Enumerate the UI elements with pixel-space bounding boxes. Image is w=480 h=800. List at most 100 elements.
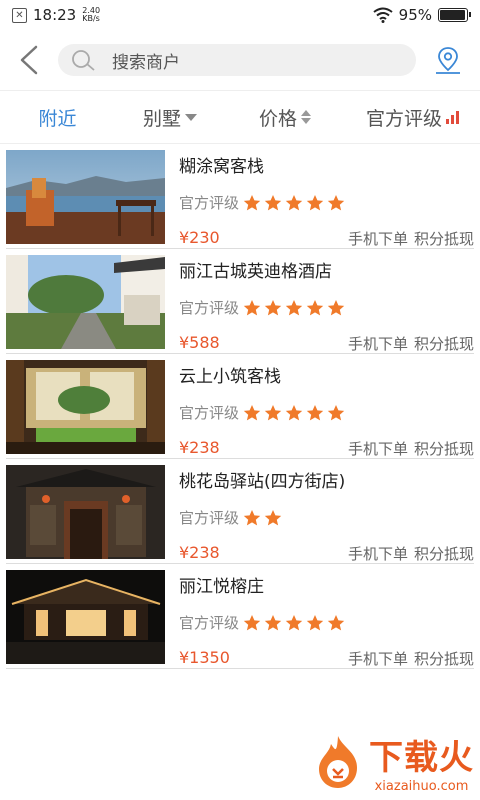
watermark: 下载火 xiazaihuo.com [313,730,474,794]
tags: 手机下单 积分抵现 [348,648,474,669]
watermark-url: xiazaihuo.com [374,779,469,794]
rating-label: 官方评级 [179,299,240,317]
rating-label: 官方评级 [179,509,240,527]
rating-row: 官方评级 [179,297,345,318]
search-placeholder: 搜索商户 [112,52,180,73]
star-icon [285,404,303,420]
price: ¥230 [179,228,220,247]
location-button[interactable] [430,40,466,80]
sort-icon [301,110,311,124]
tag-points: 积分抵现 [413,230,474,248]
status-bar: ✕ 18:23 2.40 KB/s 95% [0,0,480,30]
tag-mobile-order: 手机下单 [347,440,408,458]
tag-points: 积分抵现 [413,440,474,458]
back-arrow-icon [20,45,38,75]
search-icon [72,50,95,71]
merchant-name: 桃花岛驿站(四方街店) [179,472,346,492]
price: ¥238 [179,543,220,562]
rating-row: 官方评级 [179,507,282,528]
star-rating [243,614,345,632]
map-pin-icon [436,47,460,74]
star-icon [327,614,345,630]
back-button[interactable] [14,40,44,80]
hotel-photo [6,465,165,559]
star-icon [306,614,324,630]
tags: 手机下单 积分抵现 [348,228,474,249]
filter-price[interactable]: 价格 [225,104,345,131]
rating-label: 官方评级 [179,614,240,632]
hotel-photo [6,255,165,349]
star-icon [285,299,303,315]
merchant-name: 丽江悦榕庄 [179,577,264,597]
filter-nearby[interactable]: 附近 [0,104,115,131]
rating-row: 官方评级 [179,192,345,213]
list-item[interactable]: 糊涂窝客栈 官方评级 ¥230 手机下单 积分抵现 [6,144,474,249]
star-icon [327,404,345,420]
star-icon [285,614,303,630]
hotel-photo [6,570,165,664]
tag-mobile-order: 手机下单 [347,335,408,353]
tags: 手机下单 积分抵现 [348,543,474,564]
filter-type-label: 别墅 [142,107,181,130]
merchant-name: 糊涂窝客栈 [179,157,264,177]
network-speed: 2.40 KB/s [82,7,100,23]
star-icon [285,194,303,210]
battery-icon [438,8,471,22]
star-icon [306,299,324,315]
tags: 手机下单 积分抵现 [348,438,474,459]
filter-bar: 附近 别墅 价格 官方评级 [0,90,480,144]
merchant-name: 丽江古城英迪格酒店 [179,262,332,282]
tag-points: 积分抵现 [413,545,474,563]
notification-icon: ✕ [12,7,27,23]
list-item[interactable]: 丽江悦榕庄 官方评级 ¥1350 手机下单 积分抵现 [6,564,474,669]
search-input[interactable]: 搜索商户 [58,44,416,76]
star-icon [327,194,345,210]
rating-row: 官方评级 [179,402,345,423]
filter-price-label: 价格 [258,107,297,130]
tag-points: 积分抵现 [413,335,474,353]
wifi-icon [373,7,393,23]
star-icon [306,404,324,420]
star-icon [264,614,282,630]
bar-chart-icon [446,110,459,124]
rating-label: 官方评级 [179,194,240,212]
star-icon [264,194,282,210]
star-rating [243,299,345,317]
price: ¥588 [179,333,220,352]
hotel-photo [6,150,165,244]
fire-logo-icon [319,736,357,788]
rating-label: 官方评级 [179,404,240,422]
price: ¥1350 [179,648,230,667]
tags: 手机下单 积分抵现 [348,333,474,354]
star-rating [243,194,345,212]
star-icon [243,404,261,420]
filter-rating[interactable]: 官方评级 [345,104,480,131]
rating-row: 官方评级 [179,612,345,633]
star-icon [243,614,261,630]
network-speed-unit: KB/s [82,14,100,23]
star-icon [243,299,261,315]
list-item[interactable]: 云上小筑客栈 官方评级 ¥238 手机下单 积分抵现 [6,354,474,459]
filter-nearby-label: 附近 [38,107,77,130]
price: ¥238 [179,438,220,457]
header: 搜索商户 [0,30,480,90]
merchant-list: 糊涂窝客栈 官方评级 ¥230 手机下单 积分抵现 丽江古城英迪格酒店 官方评级… [0,144,480,669]
status-time: 18:23 [33,6,77,24]
filter-type[interactable]: 别墅 [115,104,225,131]
star-icon [264,509,282,525]
list-item[interactable]: 桃花岛驿站(四方街店) 官方评级 ¥238 手机下单 积分抵现 [6,459,474,564]
star-icon [327,299,345,315]
tag-mobile-order: 手机下单 [347,545,408,563]
star-icon [264,299,282,315]
dropdown-arrow-icon [185,113,197,121]
star-icon [243,509,261,525]
star-rating [243,404,345,422]
tag-points: 积分抵现 [413,650,474,668]
watermark-title: 下载火 [369,738,474,778]
tag-mobile-order: 手机下单 [347,650,408,668]
hotel-photo [6,360,165,454]
star-icon [306,194,324,210]
tag-mobile-order: 手机下单 [347,230,408,248]
list-item[interactable]: 丽江古城英迪格酒店 官方评级 ¥588 手机下单 积分抵现 [6,249,474,354]
star-icon [264,404,282,420]
